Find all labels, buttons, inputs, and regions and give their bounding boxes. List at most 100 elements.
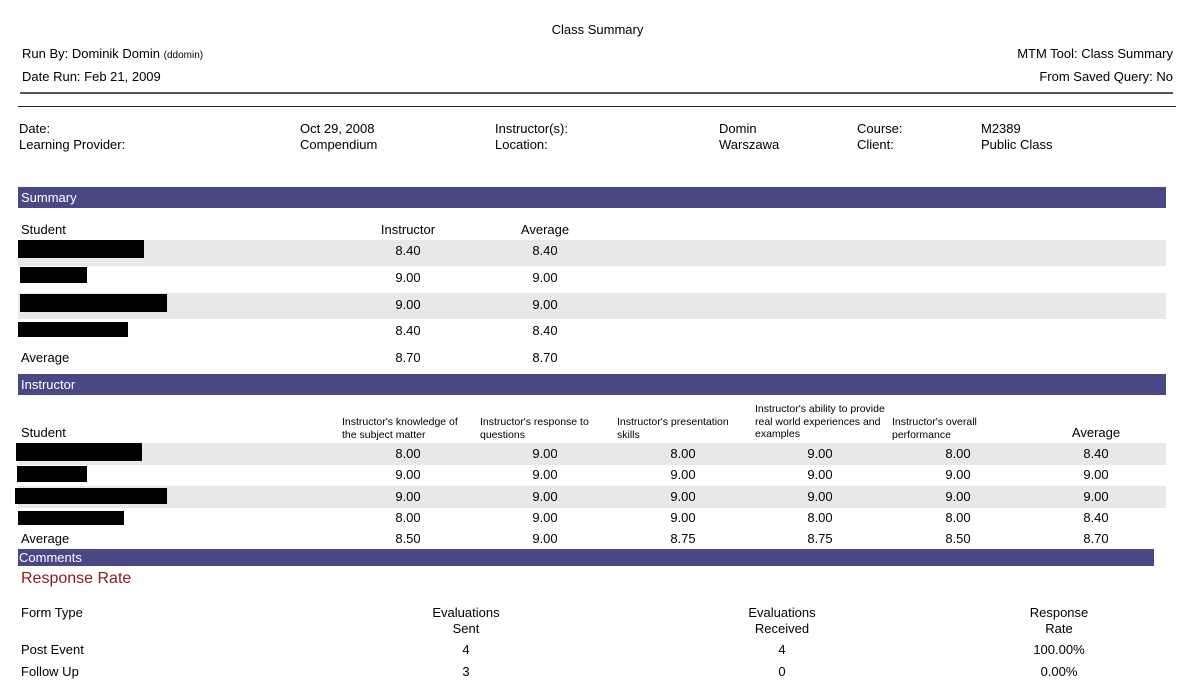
rr-form-type: Follow Up	[21, 664, 79, 679]
rr-col-sent: Evaluations Sent	[416, 605, 516, 637]
rr-col-form-type: Form Type	[21, 605, 83, 620]
run-by: Run By: Dominik Domin (ddomin)	[22, 46, 203, 61]
instructor-col-q5: Instructor's overall performance	[892, 416, 977, 441]
instructor-average-label: Average	[21, 531, 70, 546]
summary-cell: 8.40	[395, 243, 421, 258]
summary-average-cell: 8.70	[532, 350, 558, 365]
summary-col-instructor: Instructor	[380, 222, 436, 237]
run-by-user: (ddomin)	[163, 50, 204, 61]
instructor-cell: 9.00	[670, 510, 696, 525]
date-run: Date Run: Feb 21, 2009	[22, 69, 161, 84]
rr-sent: 4	[462, 642, 470, 657]
redacted-student-name	[18, 322, 128, 337]
instructor-average-cell: 8.75	[670, 531, 696, 546]
instructor-cell: 8.40	[1083, 510, 1109, 525]
summary-cell: 9.00	[532, 297, 558, 312]
rr-sent: 3	[462, 664, 470, 679]
run-by-label: Run By: Dominik Domin	[22, 46, 160, 61]
instructor-cell: 9.00	[807, 446, 833, 461]
instructor-cell: 9.00	[945, 489, 971, 504]
instructor-section-header: Instructor	[18, 374, 1166, 395]
rr-col-rate-line2: Rate	[1045, 621, 1073, 636]
course-value: M2389	[981, 121, 1021, 136]
summary-cell: 8.40	[532, 323, 558, 338]
location-label: Location:	[495, 137, 548, 152]
provider-label: Learning Provider:	[19, 137, 126, 152]
instructor-cell: 9.00	[532, 489, 558, 504]
response-rate-title: Response Rate	[21, 570, 132, 587]
summary-cell: 9.00	[532, 270, 558, 285]
rr-rate: 0.00%	[1040, 664, 1078, 679]
saved-query: From Saved Query: No	[1039, 69, 1173, 84]
course-label: Course:	[857, 121, 903, 136]
instructor-cell: 9.00	[532, 467, 558, 482]
rr-rate: 100.00%	[1033, 642, 1085, 657]
instructor-cell: 9.00	[945, 467, 971, 482]
date-value: Oct 29, 2008	[300, 121, 375, 136]
instructor-average-cell: 8.75	[807, 531, 833, 546]
instructor-col-average: Average	[1071, 425, 1121, 440]
instructor-cell: 8.00	[395, 446, 421, 461]
summary-cell: 8.40	[395, 323, 421, 338]
rr-col-rate: Response Rate	[1009, 605, 1109, 637]
client-label: Client:	[857, 137, 894, 152]
instructor-cell: 9.00	[807, 467, 833, 482]
instructor-cell: 9.00	[670, 467, 696, 482]
tool-name: MTM Tool: Class Summary	[1017, 46, 1173, 61]
redacted-student-name	[18, 240, 144, 258]
instructor-label: Instructor(s):	[495, 121, 568, 136]
instructor-cell: 8.00	[945, 446, 971, 461]
summary-col-student: Student	[21, 222, 66, 237]
instructor-col-q3: Instructor's presentation skills	[617, 416, 729, 441]
redacted-student-name	[20, 294, 167, 312]
date-label: Date:	[19, 121, 51, 136]
redacted-student-name	[18, 511, 124, 525]
instructor-cell: 9.00	[532, 446, 558, 461]
summary-average-cell: 8.70	[395, 350, 421, 365]
summary-cell: 8.40	[532, 243, 558, 258]
rr-col-received-line1: Evaluations	[748, 605, 816, 620]
summary-average-label: Average	[21, 350, 70, 365]
rr-form-type: Post Event	[21, 642, 84, 657]
rr-col-sent-line1: Evaluations	[432, 605, 500, 620]
instructor-average-cell: 8.50	[395, 531, 421, 546]
instructor-cell: 9.00	[395, 467, 421, 482]
instructor-cell: 9.00	[395, 489, 421, 504]
instructor-cell: 8.00	[945, 510, 971, 525]
instructor-cell: 9.00	[670, 489, 696, 504]
instructor-cell: 9.00	[1083, 489, 1109, 504]
rr-col-received-line2: Received	[754, 621, 810, 636]
summary-section-header: Summary	[18, 187, 1166, 208]
instructor-cell: 9.00	[807, 489, 833, 504]
summary-cell: 9.00	[395, 297, 421, 312]
rr-col-received: Evaluations Received	[732, 605, 832, 637]
instructor-average-cell: 8.50	[945, 531, 971, 546]
instructor-average-cell: 8.70	[1083, 531, 1109, 546]
summary-col-average: Average	[520, 222, 570, 237]
instructor-col-q4: Instructor's ability to provide real wor…	[755, 403, 885, 440]
rr-received: 4	[778, 642, 786, 657]
instructor-cell: 8.40	[1083, 446, 1109, 461]
instructor-cell: 8.00	[670, 446, 696, 461]
instructor-cell: 9.00	[1083, 467, 1109, 482]
provider-value: Compendium	[300, 137, 378, 152]
instructor-col-q1: Instructor's knowledge of the subject ma…	[342, 416, 458, 441]
header-rule-thin	[18, 106, 1176, 107]
header-rule	[20, 92, 1173, 94]
instructor-average-cell: 9.00	[532, 531, 558, 546]
rr-col-sent-line2: Sent	[452, 621, 480, 636]
summary-cell: 9.00	[395, 270, 421, 285]
client-value: Public Class	[981, 137, 1053, 152]
instructor-cell: 8.00	[807, 510, 833, 525]
location-value: Warszawa	[719, 137, 780, 152]
redacted-student-name	[16, 443, 142, 461]
instructor-col-q2: Instructor's response to questions	[480, 416, 589, 441]
redacted-student-name	[20, 267, 87, 283]
instructor-cell: 8.00	[395, 510, 421, 525]
rr-col-rate-line1: Response	[1029, 605, 1089, 620]
instructor-cell: 9.00	[532, 510, 558, 525]
instructor-col-student: Student	[21, 425, 66, 440]
redacted-student-name	[15, 488, 167, 504]
comments-section-header: Comments	[18, 549, 1154, 566]
rr-received: 0	[778, 664, 786, 679]
